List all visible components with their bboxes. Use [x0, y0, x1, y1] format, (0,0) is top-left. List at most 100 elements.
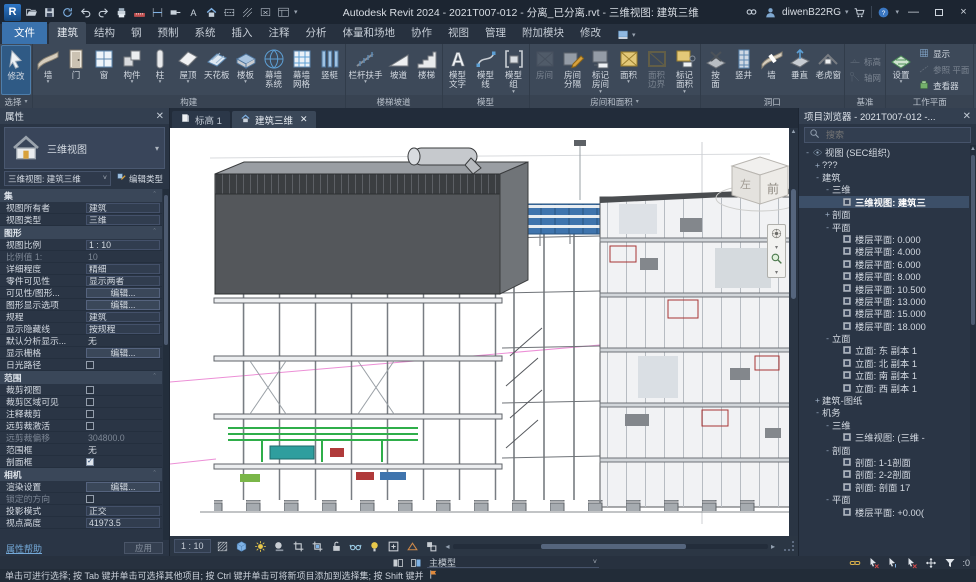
text-icon[interactable]: A — [186, 5, 201, 20]
visual-style-icon[interactable] — [234, 539, 249, 554]
tree-item[interactable]: 剖面: 剖面 17 — [799, 481, 969, 493]
tree-expander-icon[interactable]: - — [813, 407, 822, 417]
properties-scrollbar[interactable] — [163, 189, 169, 540]
stair-button[interactable]: 楼梯 — [413, 45, 441, 95]
tree-item[interactable]: 楼层平面: 0.000 — [799, 233, 969, 245]
tree-expander-icon[interactable]: - — [823, 184, 832, 194]
tree-expander-icon[interactable]: - — [823, 420, 832, 430]
property-value[interactable]: 304800.0 — [86, 433, 127, 443]
aligned-dimension-icon[interactable] — [150, 5, 165, 20]
select-pinned-icon[interactable] — [886, 556, 899, 569]
tree-expander-icon[interactable]: + — [813, 160, 822, 170]
close-button[interactable]: × — [953, 3, 974, 21]
crop-view-icon[interactable] — [291, 539, 306, 554]
tag-icon[interactable] — [168, 5, 183, 20]
show-analytical-icon[interactable] — [405, 539, 420, 554]
tree-item[interactable]: 楼层平面: 13.000 — [799, 295, 969, 307]
filter-icon[interactable] — [943, 556, 956, 569]
tag-room-button[interactable]: 标记房间▾ — [587, 45, 615, 95]
checkbox[interactable] — [86, 410, 94, 418]
close-icon[interactable]: ✕ — [963, 111, 971, 122]
close-hidden-icon[interactable] — [258, 5, 273, 20]
displacement-sets-icon[interactable] — [424, 539, 439, 554]
steering-wheel-icon[interactable] — [770, 227, 783, 245]
set-workplane-button[interactable]: 设置▾ — [887, 45, 915, 95]
ribbon-tab-14[interactable]: 修改 — [572, 22, 609, 44]
property-value[interactable]: 精细 — [86, 264, 160, 274]
user-icon[interactable] — [763, 5, 778, 20]
show-crop-icon[interactable] — [310, 539, 325, 554]
tree-item[interactable]: 剖面: 2-2剖面 — [799, 468, 969, 480]
ribbon-cycle-icon[interactable]: ▾ — [617, 29, 636, 44]
temporary-view-properties-icon[interactable] — [386, 539, 401, 554]
ribbon-group-label[interactable]: 房间和面积▾ — [530, 95, 700, 108]
checkbox[interactable] — [86, 495, 94, 503]
tree-item[interactable]: -三维 — [799, 419, 969, 431]
edit-type-button[interactable]: 编辑类型 — [114, 171, 165, 186]
column-button[interactable]: 柱▾ — [146, 45, 174, 95]
tree-expander-icon[interactable]: - — [803, 147, 812, 157]
tree-item[interactable]: 立面: 西 副本 1 — [799, 381, 969, 393]
print-icon[interactable] — [114, 5, 129, 20]
property-value[interactable]: 三维 — [86, 215, 160, 225]
property-value[interactable]: 建筑 — [86, 312, 160, 322]
horizontal-scrollbar[interactable]: ◂▸ — [443, 536, 778, 556]
minimize-button[interactable]: — — [903, 3, 924, 21]
close-icon[interactable]: ✕ — [156, 111, 164, 122]
dormer-button[interactable]: 老虎窗 — [814, 45, 844, 95]
property-value[interactable]: 按规程 — [86, 324, 160, 334]
ribbon-tab-6[interactable]: 插入 — [224, 22, 261, 44]
scroll-handle[interactable] — [791, 189, 796, 299]
shaft-button[interactable]: 竖井 — [730, 45, 758, 95]
section-icon[interactable] — [222, 5, 237, 20]
view-scale[interactable]: 1 : 10 — [174, 539, 211, 553]
mullion-button[interactable]: 竖梃 — [316, 45, 344, 95]
tree-item[interactable]: 楼层平面: +0.00( — [799, 505, 969, 517]
tree-expander-icon[interactable]: + — [813, 395, 822, 405]
ribbon-tab-7[interactable]: 注释 — [261, 22, 298, 44]
sync-icon[interactable] — [60, 5, 75, 20]
wall-opening-button[interactable]: 墙 — [758, 45, 786, 95]
property-value[interactable]: 正交 — [86, 506, 160, 516]
ribbon-tab-8[interactable]: 分析 — [298, 22, 335, 44]
tree-expander-icon[interactable]: - — [823, 494, 832, 504]
ribbon-tab-11[interactable]: 视图 — [440, 22, 477, 44]
model-text-button[interactable]: A模型文字 — [444, 45, 472, 95]
select-by-face-icon[interactable] — [905, 556, 918, 569]
resize-grip[interactable] — [784, 541, 794, 551]
tree-expander-icon[interactable]: + — [823, 209, 832, 219]
tree-item[interactable]: +建筑-图纸 — [799, 394, 969, 406]
ribbon-tab-5[interactable]: 系统 — [187, 22, 224, 44]
door-button[interactable]: 门 — [62, 45, 90, 95]
tree-expander-icon[interactable]: - — [823, 222, 832, 232]
property-value[interactable]: 无 — [86, 443, 99, 456]
property-value[interactable]: 无 — [86, 334, 99, 347]
scroll-right-icon[interactable]: ▸ — [768, 542, 778, 551]
tree-item[interactable]: 楼层平面: 6.000 — [799, 258, 969, 270]
ribbon-tab-13[interactable]: 附加模块 — [514, 22, 572, 44]
design-options-icon[interactable] — [409, 556, 422, 569]
viewcube-left-face[interactable]: 左 — [740, 178, 751, 191]
scroll-left-icon[interactable]: ◂ — [443, 542, 453, 551]
thin-lines-icon[interactable] — [240, 5, 255, 20]
reveal-hidden-icon[interactable] — [367, 539, 382, 554]
search-icon[interactable] — [744, 5, 759, 20]
ceiling-button[interactable]: 天花板 — [202, 45, 232, 95]
save-icon[interactable] — [42, 5, 57, 20]
tree-item[interactable]: -平面 — [799, 493, 969, 505]
undo-icon[interactable] — [78, 5, 93, 20]
tree-item[interactable]: 楼层平面: 15.000 — [799, 307, 969, 319]
temporary-hide-isolate-icon[interactable] — [348, 539, 363, 554]
model-group-button[interactable]: 模型组▾ — [500, 45, 528, 95]
tree-item[interactable]: 立面: 北 副本 1 — [799, 357, 969, 369]
tree-expander-icon[interactable]: - — [823, 445, 832, 455]
model-line-button[interactable]: 模型线 — [472, 45, 500, 95]
properties-help-link[interactable]: 属性帮助 — [6, 542, 42, 555]
view-tab-1[interactable]: 建筑三维✕ — [232, 111, 316, 128]
roof-button[interactable]: 屋顶▾ — [174, 45, 202, 95]
ribbon-tab-4[interactable]: 预制 — [150, 22, 187, 44]
modify-cursor-button[interactable]: 修改 — [1, 45, 31, 95]
edit-button[interactable]: 编辑... — [86, 288, 160, 298]
measure-icon[interactable] — [132, 5, 147, 20]
small-button-7-2[interactable]: 查看器 — [918, 79, 969, 93]
